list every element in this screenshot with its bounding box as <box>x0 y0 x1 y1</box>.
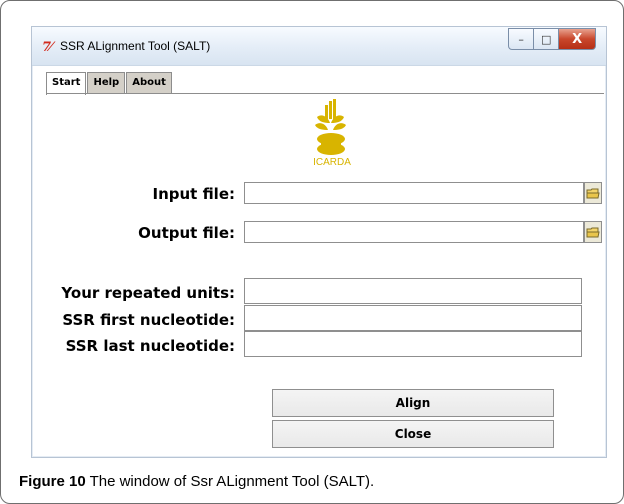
ssr-first-nucleotide-field[interactable] <box>244 305 582 331</box>
folder-icon <box>586 188 600 199</box>
tab-about[interactable]: About <box>126 72 172 93</box>
repeated-units-label: Your repeated units: <box>61 284 235 302</box>
ssr-last-nucleotide-label: SSR last nucleotide: <box>65 337 235 355</box>
output-file-field[interactable] <box>244 221 584 243</box>
salt-window: 7⁄ SSR ALignment Tool (SALT) – □ X Start… <box>31 26 607 458</box>
tab-divider <box>46 93 604 94</box>
window-title: SSR ALignment Tool (SALT) <box>60 39 211 53</box>
minimize-button[interactable]: – <box>508 28 535 50</box>
input-file-field[interactable] <box>244 182 584 204</box>
tab-start[interactable]: Start <box>46 72 87 95</box>
icarda-logo-text: ICARDA <box>313 157 351 168</box>
figure-caption-prefix: Figure 10 <box>19 473 86 490</box>
align-button[interactable]: Align <box>272 389 554 417</box>
ssr-first-nucleotide-label: SSR first nucleotide: <box>62 311 235 329</box>
figure-frame: 7⁄ SSR ALignment Tool (SALT) – □ X Start… <box>0 0 624 504</box>
output-file-browse-button[interactable] <box>584 221 602 243</box>
output-file-label: Output file: <box>138 224 235 242</box>
close-icon: X <box>572 31 583 47</box>
window-controls: – □ X <box>508 28 596 50</box>
repeated-units-field[interactable] <box>244 278 582 304</box>
close-button[interactable]: Close <box>272 420 554 448</box>
tab-bar: Start Help About <box>46 72 173 95</box>
maximize-icon: □ <box>541 32 552 46</box>
maximize-button[interactable]: □ <box>534 28 560 50</box>
figure-caption-text: The window of Ssr ALignment Tool (SALT). <box>85 473 375 490</box>
input-file-browse-button[interactable] <box>584 182 602 204</box>
icarda-logo: ICARDA <box>302 99 362 173</box>
folder-icon <box>586 227 600 238</box>
ssr-last-nucleotide-field[interactable] <box>244 331 582 357</box>
title-bar[interactable]: 7⁄ SSR ALignment Tool (SALT) – □ X <box>32 27 606 66</box>
minimize-icon: – <box>518 32 524 46</box>
figure-caption: Figure 10 The window of Ssr ALignment To… <box>19 473 374 490</box>
tab-help[interactable]: Help <box>87 72 126 93</box>
input-file-label: Input file: <box>152 185 236 203</box>
close-window-button[interactable]: X <box>559 28 596 50</box>
tk-feather-icon: 7⁄ <box>42 40 52 55</box>
